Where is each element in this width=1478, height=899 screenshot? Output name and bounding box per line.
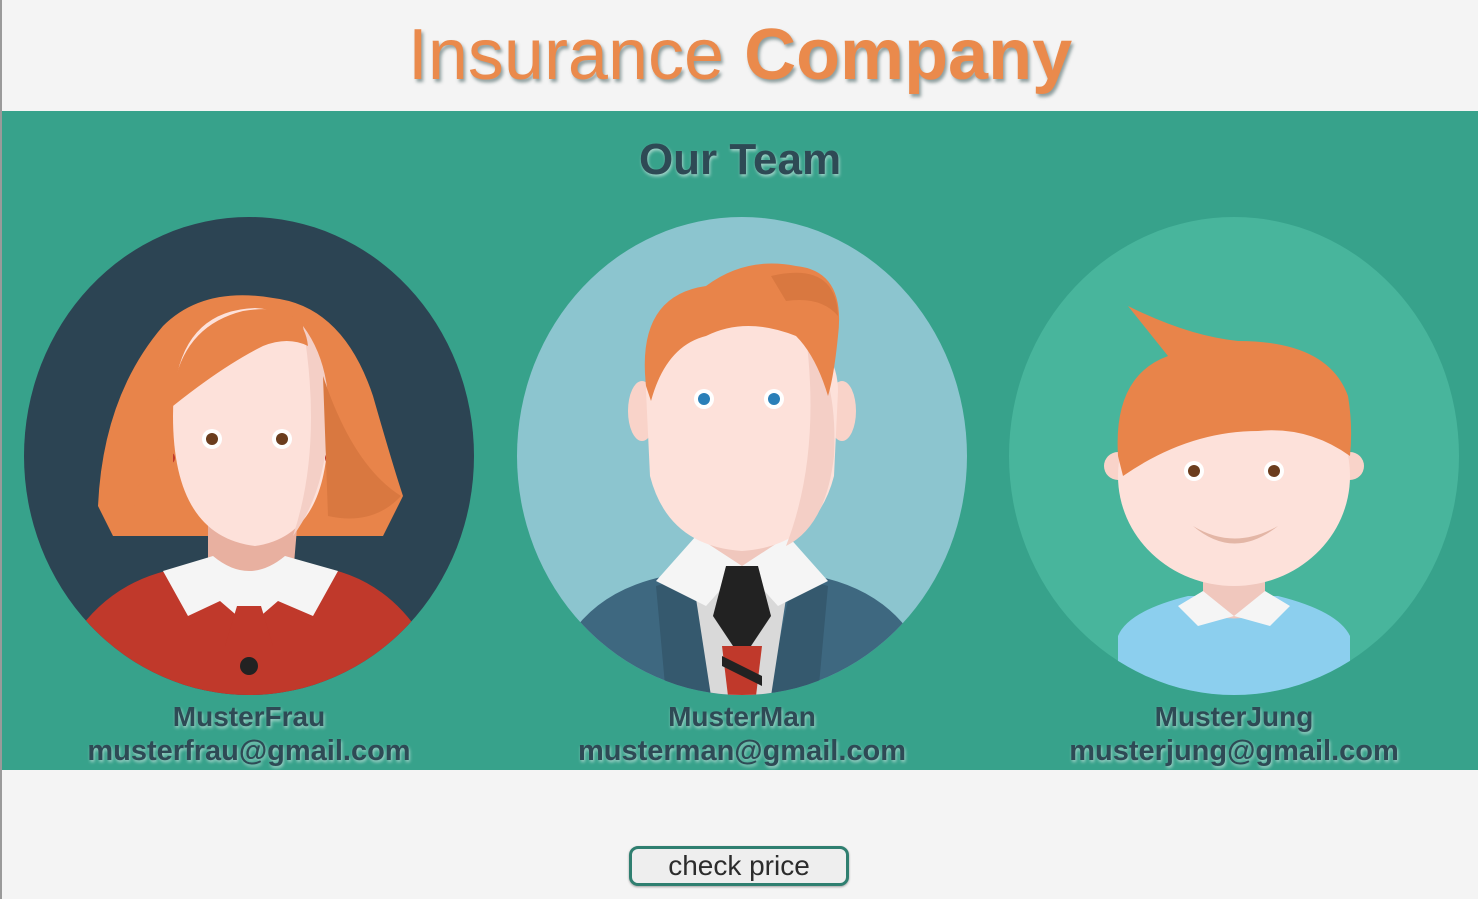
member-email: musterman@gmail.com	[577, 735, 907, 767]
boy-avatar-icon	[1009, 217, 1459, 695]
man-avatar-icon	[517, 217, 967, 695]
brand-title: Insurance Company	[2, 10, 1478, 100]
member-name: MusterFrau	[172, 701, 326, 732]
check-price-button[interactable]: check price	[629, 846, 849, 886]
member-name: MusterJung	[1154, 701, 1314, 732]
team-section-title: Our Team	[638, 135, 842, 184]
team-member-card: MusterJung musterjung@gmail.com	[1008, 216, 1460, 768]
member-name: MusterMan	[668, 701, 816, 732]
brand-title-word-2: Company	[744, 15, 1073, 95]
team-member-card: MusterFrau musterfrau@gmail.com	[23, 216, 475, 768]
team-section: Our Team MusterFrau musterfrau@gmail.com…	[2, 111, 1478, 770]
site-header: Insurance Company	[2, 0, 1478, 111]
team-member-card: MusterMan musterman@gmail.com	[516, 216, 968, 768]
woman-avatar-icon	[24, 217, 474, 695]
brand-title-word-1: Insurance	[407, 15, 725, 95]
member-email: musterfrau@gmail.com	[87, 735, 411, 767]
member-email: musterjung@gmail.com	[1069, 735, 1399, 767]
